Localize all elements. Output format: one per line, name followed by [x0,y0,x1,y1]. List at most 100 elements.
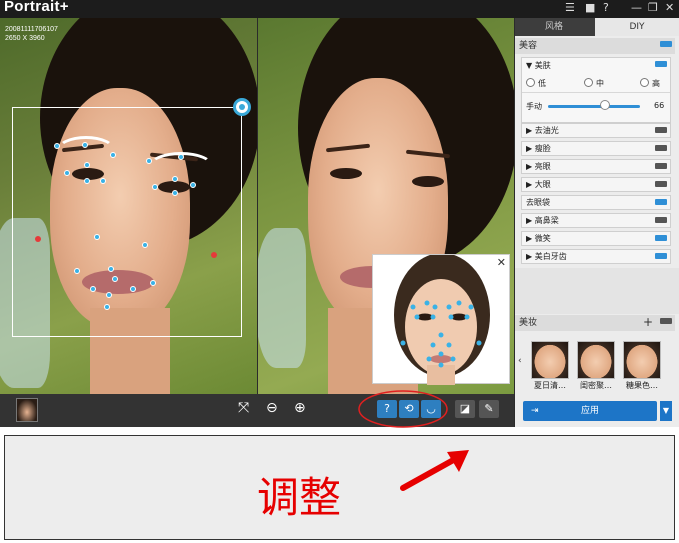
photo-size: 2650 X 3960 [5,35,45,42]
makeup-preset-thumb[interactable] [531,341,569,379]
arrow-icon [400,450,469,491]
landmark-point[interactable] [142,242,148,248]
help-icon[interactable]: ? [603,1,609,14]
close-icon[interactable]: ✕ [497,256,506,269]
item-label: ▶ 高鼻梁 [526,216,559,225]
manual-slider-track[interactable] [548,105,640,108]
landmark-point[interactable] [110,152,116,158]
apply-dropdown-icon[interactable]: ▼ [660,401,672,421]
landmark-point[interactable] [64,170,70,176]
app-title: Portrait+ [4,0,69,15]
landmark-point[interactable] [146,158,152,164]
divider [522,92,670,93]
item-slim-face[interactable]: ▶ 瘦脸 [521,141,671,156]
landmark-point[interactable] [74,268,80,274]
bottom-toolbar: ⤧ ⊖ ⊕ ? ⟲ ◡ ◪ ✎ [0,390,514,428]
zoom-out-icon[interactable]: ⊖ [266,400,278,416]
item-toggle[interactable] [655,235,667,241]
landmark-point[interactable] [90,286,96,292]
skin-toggle[interactable] [655,61,667,67]
item-toggle[interactable] [655,145,667,151]
makeup-toggle[interactable] [660,318,672,324]
item-toggle[interactable] [655,217,667,223]
skin-label[interactable]: ▼ 美肤 [526,60,551,71]
landmark-point[interactable] [82,142,88,148]
manual-slider-thumb[interactable] [600,100,610,110]
skin-option-high[interactable]: 高 [640,78,660,89]
item-toggle[interactable] [655,253,667,259]
item-big-eyes[interactable]: ▶ 大眼 [521,177,671,192]
landmark-point[interactable] [104,304,110,310]
makeup-section-header[interactable]: 美妆 + [515,315,675,331]
makeup-preset-thumb[interactable] [623,341,661,379]
landmark-point[interactable] [150,280,156,286]
item-label: ▶ 美白牙齿 [526,252,567,261]
item-label: ▶ 去油光 [526,126,559,135]
landmark-point[interactable] [108,266,114,272]
zoom-in-icon[interactable]: ⊕ [294,400,306,416]
item-toggle[interactable] [655,163,667,169]
apply-label: 应用 [580,406,599,416]
landmark-point[interactable] [112,276,118,282]
bookmark-icon[interactable]: ■ [585,1,595,14]
minimize-icon[interactable]: — [631,1,642,14]
photo-info: 20081111706107 2650 X 3960 [5,25,58,43]
makeup-preset-label: 夏日清… [534,381,566,390]
tab-diy[interactable]: DIY [595,18,679,36]
beauty-section-header[interactable]: 美容 [515,38,675,54]
rotate-handle-icon[interactable] [233,98,251,116]
landmark-point[interactable] [106,292,112,298]
apply-button[interactable]: ⇥ 应用 [523,401,657,421]
landmark-point[interactable] [152,184,158,190]
skin-option-mid[interactable]: 中 [584,78,604,89]
item-label: ▶ 瘦脸 [526,144,551,153]
item-toggle[interactable] [655,199,667,205]
fit-icon[interactable]: ⤧ [238,400,249,416]
landmark-point[interactable] [54,143,60,149]
item-whiten-teeth[interactable]: ▶ 美白牙齿 [521,249,671,264]
item-toggle[interactable] [655,127,667,133]
landmark-point[interactable] [130,286,136,292]
landmark-point[interactable] [84,178,90,184]
face-selection-box[interactable] [12,107,242,337]
highlight-circle [358,390,448,428]
close-icon[interactable]: ✕ [665,1,674,14]
landmark-point[interactable] [172,176,178,182]
menu-icon[interactable]: ☰ [565,1,575,14]
landmark-point-red[interactable] [211,252,217,258]
left-eye [330,168,362,179]
landmark-point[interactable] [94,234,100,240]
title-bar: Portrait+ ☰ ■ ? — ❐ ✕ [0,0,679,18]
eraser-button[interactable]: ◪ [455,400,475,418]
face-thumbnail[interactable] [16,398,38,422]
landmark-point[interactable] [172,190,178,196]
caption-box: 调整 [4,435,675,540]
landmark-point[interactable] [190,182,196,188]
photo-id: 20081111706107 [5,26,58,33]
landmark-point[interactable] [84,162,90,168]
landmark-point[interactable] [178,154,184,160]
item-high-nose[interactable]: ▶ 高鼻梁 [521,213,671,228]
item-label: ▶ 微笑 [526,234,551,243]
item-remove-oil[interactable]: ▶ 去油光 [521,123,671,138]
beauty-section-label: 美容 [519,41,538,51]
item-bright-eyes[interactable]: ▶ 亮眼 [521,159,671,174]
skin-option-low[interactable]: 低 [526,78,546,89]
manual-value: 66 [654,101,665,110]
panel-blank-area [515,268,679,314]
original-photo-view[interactable]: 20081111706107 2650 X 3960 [0,18,257,394]
item-smile[interactable]: ▶ 微笑 [521,231,671,246]
landmark-point[interactable] [100,178,106,184]
face-guide-illustration [394,253,490,385]
restore-icon[interactable]: ❐ [648,1,658,14]
tab-style[interactable]: 风格 [515,18,593,36]
makeup-preset-thumb[interactable] [577,341,615,379]
add-makeup-icon[interactable]: + [643,314,653,330]
beauty-toggle[interactable] [660,41,672,47]
brush-button[interactable]: ✎ [479,400,499,418]
item-toggle[interactable] [655,181,667,187]
item-remove-eyebags[interactable]: 去眼袋 [521,195,671,210]
makeup-preset-label: 糖果色… [626,381,658,390]
landmark-point-red[interactable] [35,236,41,242]
scroll-left-icon[interactable]: ‹ [518,356,522,366]
